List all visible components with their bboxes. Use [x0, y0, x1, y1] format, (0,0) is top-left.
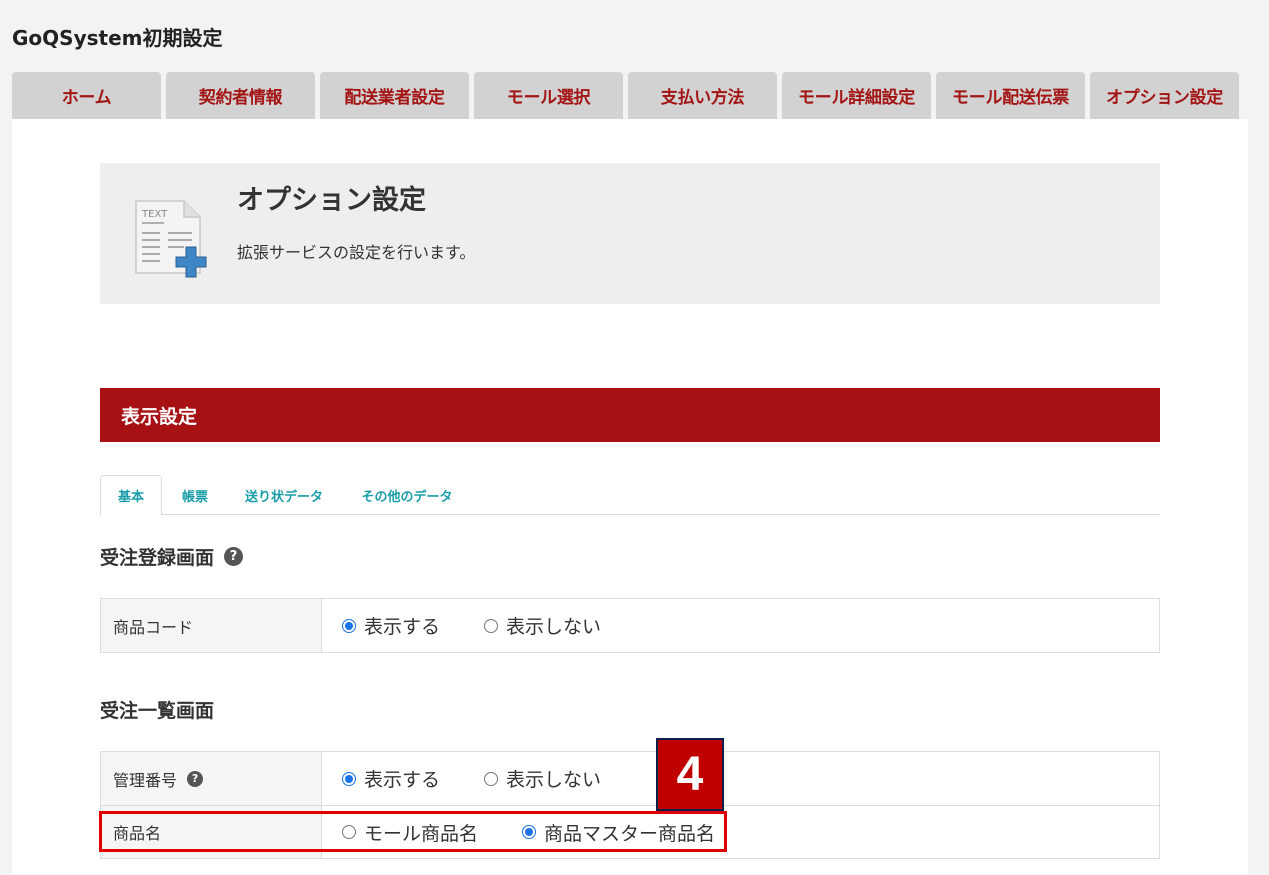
row-label: 商品コード [101, 599, 322, 652]
tab-payment-method[interactable]: 支払い方法 [628, 72, 777, 119]
table-row: 商品コード 表示する 表示しない [101, 599, 1159, 652]
row-label: 管理番号 [113, 770, 178, 790]
page-title: オプション設定 [237, 185, 426, 216]
table-row: 管理番号 ? 表示する 表示しない [101, 752, 1159, 805]
tab-mall-selection[interactable]: モール選択 [474, 72, 623, 119]
subtab-bar: 基本 帳票 送り状データ その他のデータ [100, 475, 1160, 516]
subtab-shipping-slip-data[interactable]: 送り状データ [234, 475, 334, 515]
tab-contractor-info[interactable]: 契約者情報 [166, 72, 315, 119]
radio-label: 表示しない [506, 769, 602, 791]
radio-button-checked[interactable] [342, 771, 356, 786]
page-description: 拡張サービスの設定を行います。 [237, 243, 476, 262]
radio-label: 表示しない [506, 616, 602, 638]
tab-home[interactable]: ホーム [12, 72, 161, 119]
main-nav: ホーム 契約者情報 配送業者設定 モール選択 支払い方法 モール詳細設定 モール… [12, 72, 1248, 119]
group-order-list-title: 受注一覧画面 [100, 696, 214, 723]
annotation-highlight-box [99, 811, 727, 852]
tab-mall-detail-settings[interactable]: モール詳細設定 [782, 72, 931, 119]
radio-option-show[interactable]: 表示する [342, 612, 440, 639]
radio-option-hide[interactable]: 表示しない [484, 612, 601, 639]
tab-option-settings[interactable]: オプション設定 [1090, 72, 1239, 119]
radio-label: 表示する [364, 616, 441, 638]
help-icon[interactable]: ? [187, 770, 204, 787]
radio-button[interactable] [484, 771, 499, 786]
group-order-entry-title: 受注登録画面 ? [100, 543, 244, 570]
group-order-list-label: 受注一覧画面 [100, 700, 215, 722]
app-title: GoQSystem初期設定 [12, 26, 223, 50]
group-order-entry-label: 受注登録画面 [100, 547, 215, 569]
subtab-forms[interactable]: 帳票 [170, 475, 220, 515]
help-icon[interactable]: ? [224, 547, 244, 566]
radio-button-checked[interactable] [342, 618, 356, 633]
radio-button[interactable] [484, 618, 499, 633]
radio-group: 表示する 表示しない [322, 752, 1159, 805]
subtab-basic[interactable]: 基本 [100, 475, 162, 516]
subtab-other-data[interactable]: その他のデータ [351, 475, 463, 515]
row-label-management-number: 管理番号 ? [101, 752, 322, 805]
order-entry-table: 商品コード 表示する 表示しない [100, 598, 1160, 653]
tab-mall-shipping-slip[interactable]: モール配送伝票 [936, 72, 1085, 119]
step-number-badge: 4 [656, 738, 724, 811]
section-title-display-settings: 表示設定 [100, 388, 1160, 442]
page-header: TEXT オプション設定 拡張サービスの設定を行います。 [100, 163, 1160, 304]
radio-option-hide[interactable]: 表示しない [484, 765, 601, 792]
radio-label: 表示する [364, 769, 441, 791]
tab-carrier-settings[interactable]: 配送業者設定 [320, 72, 469, 119]
svg-text:TEXT: TEXT [141, 209, 168, 220]
radio-group: 表示する 表示しない [322, 599, 1159, 652]
text-document-add-icon: TEXT [135, 200, 207, 278]
radio-option-show[interactable]: 表示する [342, 765, 440, 792]
main-content: TEXT オプション設定 拡張サービスの設定を行います。 表示設定 基本 帳票 … [12, 119, 1248, 875]
